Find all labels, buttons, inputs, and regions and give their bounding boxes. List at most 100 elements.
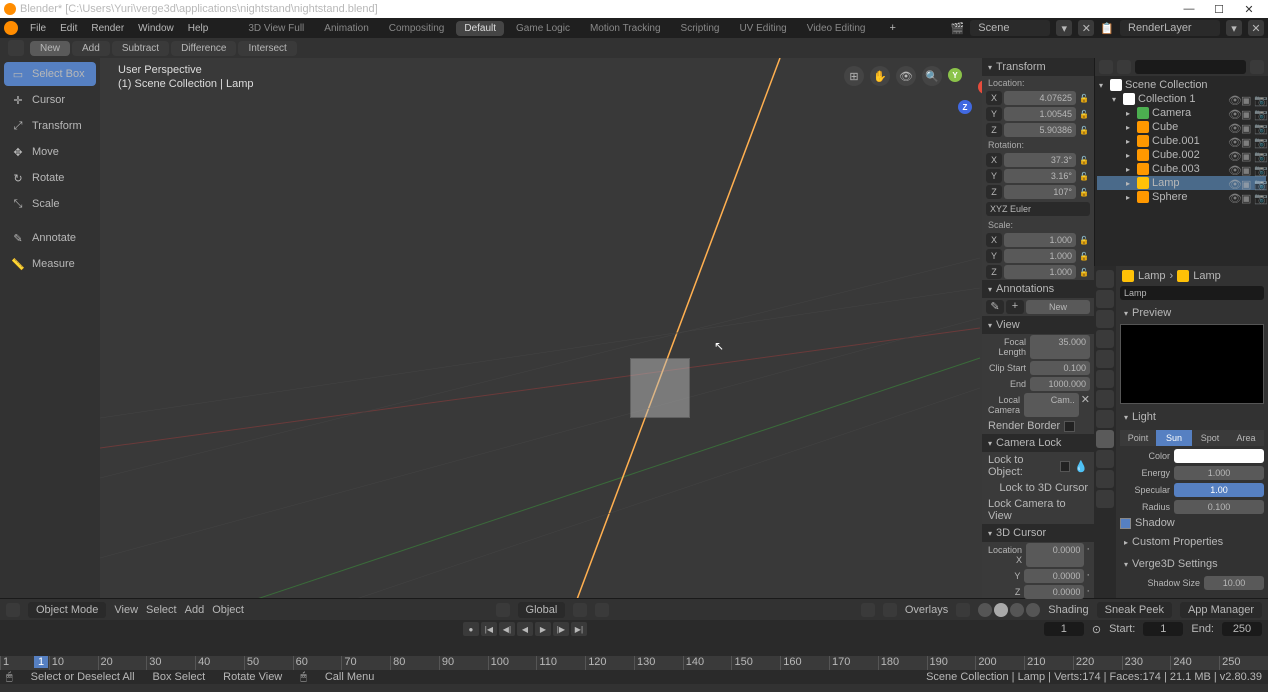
light-type-area[interactable]: Area <box>1228 430 1264 446</box>
tab-scripting[interactable]: Scripting <box>673 21 728 36</box>
outliner-editor-icon[interactable] <box>1099 60 1113 74</box>
proptab-8[interactable] <box>1096 430 1114 448</box>
minimize-button[interactable]: — <box>1174 3 1204 16</box>
proptab-9[interactable] <box>1096 450 1114 468</box>
proportional-icon[interactable] <box>595 603 609 617</box>
menu-file[interactable]: File <box>30 23 46 34</box>
playhead[interactable]: 1 <box>34 656 48 668</box>
shadow-checkbox[interactable] <box>1120 518 1131 529</box>
keyframe-next-button[interactable]: |▶ <box>553 622 569 636</box>
tool-rotate[interactable]: ↻Rotate <box>4 166 96 190</box>
lock-object-checkbox[interactable] <box>1060 461 1070 472</box>
light-type-spot[interactable]: Spot <box>1192 430 1228 446</box>
shadow-size-field[interactable]: 10.00 <box>1204 576 1264 590</box>
focal-length-field[interactable]: 35.000 <box>1030 335 1090 359</box>
add-menu[interactable]: Add <box>185 604 205 616</box>
location-y-lock[interactable]: 🔓 <box>1078 110 1090 119</box>
proptab-11[interactable] <box>1096 490 1114 508</box>
tab-uv-editing[interactable]: UV Editing <box>731 21 794 36</box>
xray-icon[interactable] <box>956 603 970 617</box>
renderlayer-field[interactable]: RenderLayer <box>1120 20 1220 36</box>
proptab-0[interactable] <box>1096 270 1114 288</box>
axis-y[interactable]: Y <box>948 68 962 82</box>
intersect-button[interactable]: Intersect <box>238 41 296 56</box>
outliner-item-cube-001[interactable]: ▸Cube.001👁▣📷 <box>1097 134 1266 148</box>
wireframe-shading[interactable] <box>978 603 992 617</box>
current-frame-field[interactable]: 1 <box>1044 622 1084 636</box>
tab-3d-view-full[interactable]: 3D View Full <box>240 21 312 36</box>
close-button[interactable]: ✕ <box>1234 3 1264 16</box>
tool-transform[interactable]: ⤢Transform <box>4 114 96 138</box>
sneak-peek-button[interactable]: Sneak Peek <box>1097 602 1172 618</box>
location-x-field[interactable]: 4.07625 <box>1004 91 1076 105</box>
tab-video-editing[interactable]: Video Editing <box>799 21 874 36</box>
tool-scale[interactable]: ⤡Scale <box>4 192 96 216</box>
light-specular-field[interactable]: 1.00 <box>1174 483 1264 497</box>
lamp-name-field[interactable]: Lamp <box>1120 286 1264 300</box>
proptab-3[interactable] <box>1096 330 1114 348</box>
outliner-item-cube[interactable]: ▸Cube👁▣📷 <box>1097 120 1266 134</box>
tool-select-box[interactable]: ▭Select Box <box>4 62 96 86</box>
tab-animation[interactable]: Animation <box>316 21 376 36</box>
object-menu[interactable]: Object <box>212 604 244 616</box>
clip-end-field[interactable]: 1000.000 <box>1030 377 1090 391</box>
location-y-field[interactable]: 1.00545 <box>1004 107 1076 121</box>
light-energy-field[interactable]: 1.000 <box>1174 466 1264 480</box>
viewport-control-0[interactable]: ⊞ <box>844 66 864 86</box>
orientation-icon[interactable] <box>496 603 510 617</box>
light-header[interactable]: Light <box>1120 408 1264 426</box>
outliner-display-icon[interactable] <box>1117 60 1131 74</box>
annotations-header[interactable]: Annotations <box>982 280 1094 298</box>
location-x-lock[interactable]: 🔓 <box>1078 94 1090 103</box>
rotation-mode-select[interactable]: XYZ Euler <box>986 202 1090 216</box>
menu-window[interactable]: Window <box>138 23 174 34</box>
outliner-search[interactable] <box>1135 60 1246 74</box>
app-manager-button[interactable]: App Manager <box>1180 602 1262 618</box>
clip-start-field[interactable]: 0.100 <box>1030 361 1090 375</box>
tab-compositing[interactable]: Compositing <box>381 21 453 36</box>
scale-x-lock[interactable]: 🔓 <box>1078 236 1090 245</box>
rotation-x-lock[interactable]: 🔓 <box>1078 156 1090 165</box>
transform-header[interactable]: Transform <box>982 58 1094 76</box>
play-button[interactable]: ▶ <box>535 622 551 636</box>
rotation-y-field[interactable]: 3.16° <box>1004 169 1076 183</box>
select-mode-icon[interactable] <box>8 40 24 56</box>
mode-select[interactable]: Object Mode <box>28 602 106 618</box>
scale-y-lock[interactable]: 🔓 <box>1078 252 1090 261</box>
annotation-new-button[interactable]: New <box>1026 300 1090 314</box>
play-reverse-button[interactable]: ◀ <box>517 622 533 636</box>
lock-eyedropper-icon[interactable]: 💧 <box>1074 460 1088 473</box>
gizmo-toggle-icon[interactable] <box>861 603 875 617</box>
outliner-item-cube-003[interactable]: ▸Cube.003👁▣📷 <box>1097 162 1266 176</box>
snap-icon[interactable] <box>573 603 587 617</box>
shading-dropdown[interactable]: Shading <box>1048 604 1088 616</box>
view-header[interactable]: View <box>982 316 1094 334</box>
light-type-sun[interactable]: Sun <box>1156 430 1192 446</box>
preview-header[interactable]: Preview <box>1120 304 1264 322</box>
annotation-add-button[interactable]: + <box>1006 300 1024 314</box>
tool-cursor[interactable]: ✛Cursor <box>4 88 96 112</box>
light-radius-field[interactable]: 0.100 <box>1174 500 1264 514</box>
tool-move[interactable]: ✥Move <box>4 140 96 164</box>
light-type-point[interactable]: Point <box>1120 430 1156 446</box>
editor-type-icon[interactable] <box>6 603 20 617</box>
tool-annotate[interactable]: ✎Annotate <box>4 226 96 250</box>
outliner-item-camera[interactable]: ▸Camera👁▣📷 <box>1097 106 1266 120</box>
scale-z-field[interactable]: 1.000 <box>1004 265 1076 279</box>
local-camera-field[interactable]: Cam.. <box>1024 393 1079 417</box>
rotation-y-lock[interactable]: 🔓 <box>1078 172 1090 181</box>
tab-game-logic[interactable]: Game Logic <box>508 21 578 36</box>
overlay-toggle-icon[interactable] <box>883 603 897 617</box>
location-z-lock[interactable]: 🔓 <box>1078 126 1090 135</box>
cursor-z-field[interactable]: 0.0000 <box>1024 585 1084 599</box>
select-menu[interactable]: Select <box>146 604 177 616</box>
tab-motion-tracking[interactable]: Motion Tracking <box>582 21 669 36</box>
proptab-4[interactable] <box>1096 350 1114 368</box>
proptab-7[interactable] <box>1096 410 1114 428</box>
view-menu[interactable]: View <box>114 604 138 616</box>
outliner-item-sphere[interactable]: ▸Sphere👁▣📷 <box>1097 190 1266 204</box>
menu-edit[interactable]: Edit <box>60 23 77 34</box>
subtract-button[interactable]: Subtract <box>112 41 169 56</box>
camera-lock-header[interactable]: Camera Lock <box>982 434 1094 452</box>
proptab-1[interactable] <box>1096 290 1114 308</box>
